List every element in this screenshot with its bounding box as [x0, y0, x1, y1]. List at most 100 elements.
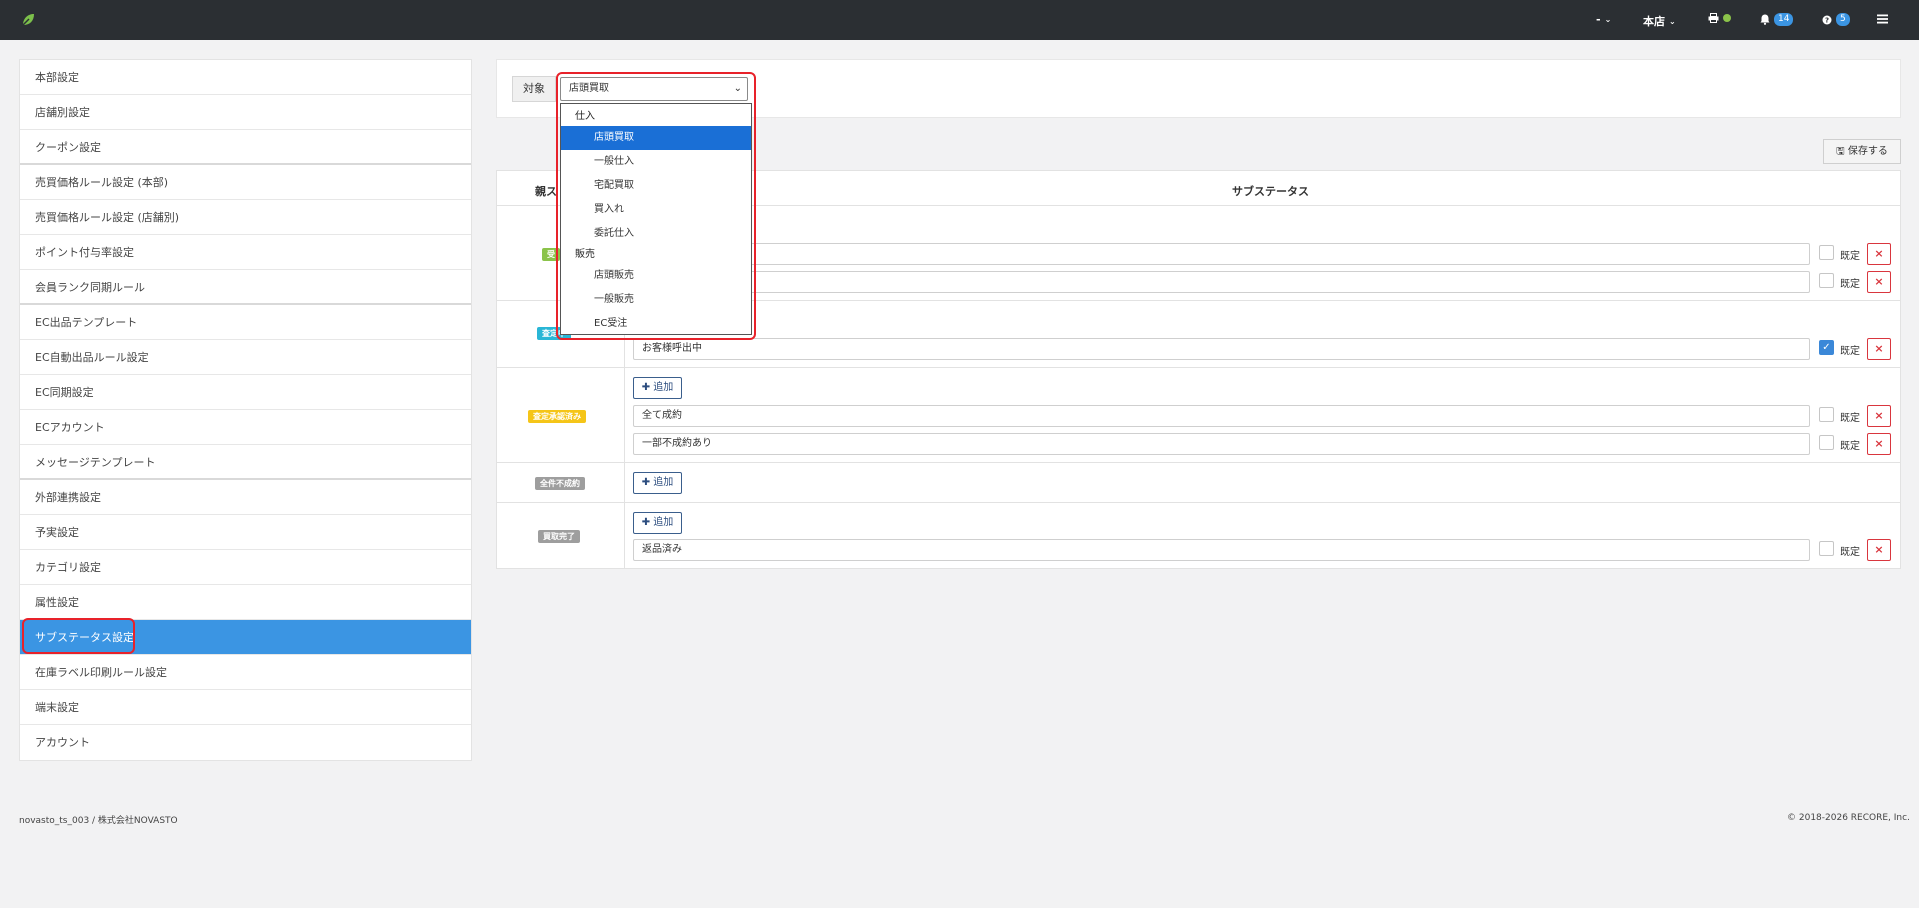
notifications-button[interactable]: 14 [1760, 13, 1794, 26]
plus-icon: ✚ [641, 382, 651, 393]
default-checkbox[interactable]: ✓ [1819, 340, 1834, 355]
sidebar-item-store-settings[interactable]: 店舗別設定 [20, 95, 471, 130]
add-substatus-button[interactable]: ✚ 追加 [633, 377, 682, 399]
dropdown-option[interactable]: 店頭販売 [561, 264, 751, 288]
notifications-badge: 14 [1774, 13, 1794, 26]
dropdown-option[interactable]: 買入れ [561, 198, 751, 222]
table-row: 買取完了 ✚ 追加 返品済み 既定 × [497, 503, 1900, 569]
substatus-input[interactable] [633, 243, 1810, 265]
sidebar-item-point-rate[interactable]: ポイント付与率設定 [20, 235, 471, 270]
printer-status[interactable] [1708, 13, 1731, 23]
table-row: 全件不成約 ✚ 追加 [497, 463, 1900, 503]
substatus-input[interactable]: 返品済み [633, 539, 1810, 561]
sidebar-item-label-print-rule[interactable]: 在庫ラベル印刷ルール設定 [20, 655, 471, 690]
sidebar-item-terminal[interactable]: 端末設定 [20, 690, 471, 725]
substatus-input[interactable] [633, 271, 1810, 293]
status-dot [1723, 14, 1731, 22]
dropdown-option[interactable]: 宅配買取 [561, 174, 751, 198]
sidebar-item-external-integration[interactable]: 外部連携設定 [20, 480, 471, 515]
delete-button[interactable]: × [1867, 243, 1891, 265]
save-icon: 🖫 [1836, 146, 1845, 157]
delete-button[interactable]: × [1867, 271, 1891, 293]
question-circle-icon: ? [1822, 15, 1832, 24]
substatus-input[interactable]: お客様呼出中 [633, 338, 1810, 360]
default-checkbox[interactable] [1819, 245, 1834, 260]
default-label: 既定 [1840, 413, 1860, 424]
hamburger-menu-icon[interactable] [1877, 14, 1888, 24]
top-navbar: - ⌄ 本店 ⌄ 14 ? 5 [0, 0, 1919, 40]
sidebar-item-ec-template[interactable]: EC出品テンプレート [20, 305, 471, 340]
dropdown-option[interactable]: 一般販売 [561, 288, 751, 312]
delete-button[interactable]: × [1867, 539, 1891, 561]
close-icon: × [1874, 437, 1884, 450]
delete-button[interactable]: × [1867, 338, 1891, 360]
delete-button[interactable]: × [1867, 433, 1891, 455]
close-icon: × [1874, 247, 1884, 260]
plus-icon: ✚ [641, 477, 651, 488]
close-icon: × [1874, 275, 1884, 288]
add-button-label: 追加 [653, 382, 674, 393]
sidebar-item-hq-settings[interactable]: 本部設定 [20, 60, 471, 95]
save-button-label: 保存する [1847, 146, 1888, 157]
help-button[interactable]: ? 5 [1822, 13, 1850, 26]
dropdown-option[interactable]: 店頭買取 [561, 126, 751, 150]
footer-account-info: novasto_ts_003 / 株式会社NOVASTO [19, 816, 178, 826]
target-select[interactable]: 店頭買取 ⌄ [560, 77, 748, 101]
bell-icon [1760, 14, 1770, 25]
save-button[interactable]: 🖫 保存する [1823, 139, 1901, 164]
help-badge: 5 [1836, 13, 1850, 26]
sidebar-item-message-template[interactable]: メッセージテンプレート [20, 445, 471, 480]
sidebar-item-ec-auto-listing[interactable]: EC自動出品ルール設定 [20, 340, 471, 375]
default-label: 既定 [1840, 346, 1860, 357]
sidebar-item-account[interactable]: アカウント [20, 725, 471, 760]
app-logo-icon[interactable] [20, 12, 36, 28]
sidebar-item-price-rule-store[interactable]: 売買価格ルール設定 (店舗別) [20, 200, 471, 235]
default-checkbox[interactable] [1819, 435, 1834, 450]
dropdown-option[interactable]: EC受注 [561, 312, 751, 336]
chevron-down-icon: ⌄ [1604, 15, 1612, 24]
check-icon: ✓ [1822, 342, 1831, 353]
user-menu[interactable]: - ⌄ [1596, 13, 1611, 26]
dropdown-option[interactable]: 一般仕入 [561, 150, 751, 174]
sidebar-item-budget-actual[interactable]: 予実設定 [20, 515, 471, 550]
chevron-down-icon: ⌄ [1669, 16, 1676, 26]
default-label: 既定 [1840, 251, 1860, 262]
sidebar-item-attribute[interactable]: 属性設定 [20, 585, 471, 620]
header-substatus: サブステータス [1232, 185, 1309, 198]
store-menu-label: 本店 [1643, 15, 1665, 28]
user-menu-label: - [1596, 13, 1601, 26]
default-label: 既定 [1840, 547, 1860, 558]
chevron-down-icon: ⌄ [733, 83, 742, 94]
close-icon: × [1874, 409, 1884, 422]
footer-copyright: © 2018-2026 RECORE, Inc. [1787, 813, 1910, 823]
status-badge: 査定承認済み [528, 410, 586, 423]
dropdown-group-purchase: 仕入 [575, 111, 595, 122]
target-select-value: 店頭買取 [569, 83, 609, 94]
settings-sidebar: 本部設定 店舗別設定 クーポン設定 売買価格ルール設定 (本部) 売買価格ルール… [19, 59, 472, 761]
default-label: 既定 [1840, 441, 1860, 452]
default-checkbox[interactable] [1819, 407, 1834, 422]
default-label: 既定 [1840, 279, 1860, 290]
default-checkbox[interactable] [1819, 273, 1834, 288]
substatus-input[interactable]: 一部不成約あり [633, 433, 1810, 455]
sidebar-item-ec-sync[interactable]: EC同期設定 [20, 375, 471, 410]
table-row: 査定承認済み ✚ 追加 全て成約 既定 × 一部不成約あり 既定 × [497, 368, 1900, 463]
substatus-input[interactable]: 全て成約 [633, 405, 1810, 427]
status-badge: 買取完了 [538, 530, 580, 543]
store-menu[interactable]: 本店 ⌄ [1643, 13, 1676, 29]
delete-button[interactable]: × [1867, 405, 1891, 427]
printer-icon [1708, 13, 1719, 23]
add-substatus-button[interactable]: ✚ 追加 [633, 512, 682, 534]
sidebar-item-price-rule-hq[interactable]: 売買価格ルール設定 (本部) [20, 165, 471, 200]
close-icon: × [1874, 342, 1884, 355]
svg-text:?: ? [1825, 16, 1829, 24]
sidebar-item-coupon-settings[interactable]: クーポン設定 [20, 130, 471, 165]
sidebar-item-category[interactable]: カテゴリ設定 [20, 550, 471, 585]
add-substatus-button[interactable]: ✚ 追加 [633, 472, 682, 494]
sidebar-item-substatus[interactable]: サブステータス設定 [20, 618, 471, 655]
default-checkbox[interactable] [1819, 541, 1834, 556]
sidebar-item-ec-account[interactable]: ECアカウント [20, 410, 471, 445]
sidebar-item-member-rank-sync[interactable]: 会員ランク同期ルール [20, 270, 471, 305]
add-button-label: 追加 [653, 477, 674, 488]
dropdown-option[interactable]: 委託仕入 [561, 222, 751, 246]
